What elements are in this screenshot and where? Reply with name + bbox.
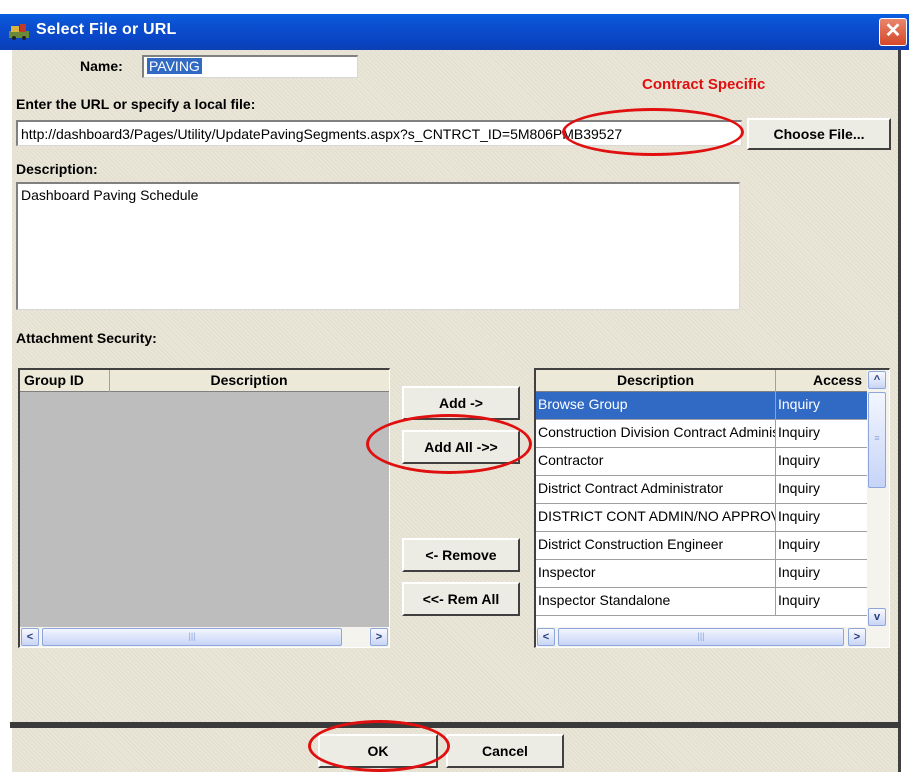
table-row[interactable]: Inspector Standalone Inquiry [536, 588, 867, 616]
left-grid-body [20, 392, 389, 627]
table-row[interactable]: Construction Division Contract Administr… [536, 420, 867, 448]
table-row[interactable]: District Construction Engineer Inquiry [536, 532, 867, 560]
scroll-down-icon[interactable]: v [868, 608, 886, 626]
window-title: Select File or URL [36, 21, 177, 38]
column-group-id[interactable]: Group ID [20, 370, 110, 392]
row-description: Inspector Standalone [536, 588, 776, 615]
add-label: Add -> [439, 395, 483, 411]
scroll-right-icon[interactable]: > [370, 628, 388, 646]
row-access[interactable]: Inquiry [776, 448, 867, 475]
scroll-left-icon[interactable]: < [21, 628, 39, 646]
row-description: Browse Group [536, 392, 776, 419]
description-label: Description: [16, 161, 98, 177]
row-description: Inspector [536, 560, 776, 587]
name-value: PAVING [147, 58, 202, 74]
table-row[interactable]: Inspector Inquiry [536, 560, 867, 588]
app-icon [9, 24, 29, 40]
dialog-footer: OK Cancel [10, 720, 901, 772]
choose-file-label: Choose File... [773, 126, 865, 142]
scroll-left-icon[interactable]: < [537, 628, 555, 646]
assigned-groups-grid[interactable]: Description Access Browse Group Inquiry Co… [534, 368, 890, 648]
select-file-dialog: Select File or URL ✕ Name: PAVING Contra… [0, 0, 909, 772]
add-all-label: Add All ->> [424, 439, 498, 455]
column-description[interactable]: Description [536, 370, 776, 392]
row-description: Contractor [536, 448, 776, 475]
table-row[interactable]: District Contract Administrator Inquiry [536, 476, 867, 504]
remove-label: <- Remove [425, 547, 497, 563]
row-description: District Construction Engineer [536, 532, 776, 559]
row-description: District Contract Administrator [536, 476, 776, 503]
column-access[interactable]: Access [776, 370, 866, 392]
right-grid-header: Description Access [536, 370, 867, 392]
choose-file-button[interactable]: Choose File... [747, 118, 891, 150]
ok-label: OK [367, 743, 389, 759]
left-grid-header: Group ID Description [20, 370, 389, 392]
right-hscroll-thumb[interactable]: ||| [558, 628, 844, 646]
url-input[interactable]: http://dashboard3/Pages/Utility/UpdatePa… [16, 120, 742, 146]
row-access[interactable]: Inquiry [776, 560, 867, 587]
description-textarea[interactable]: Dashboard Paving Schedule [16, 182, 740, 310]
table-row[interactable]: Browse Group Inquiry [536, 392, 867, 420]
name-input[interactable]: PAVING [142, 55, 358, 78]
column-description[interactable]: Description [110, 370, 388, 392]
row-description: Construction Division Contract Administr… [536, 420, 776, 447]
dialog-body: Name: PAVING Contract Specific Enter the… [10, 50, 901, 728]
right-vertical-scrollbar[interactable]: ^ ≡ v [867, 370, 889, 627]
left-horizontal-scrollbar[interactable]: < ||| > [20, 627, 389, 647]
scroll-right-icon[interactable]: > [848, 628, 866, 646]
ok-button[interactable]: OK [318, 734, 438, 768]
row-access[interactable]: Inquiry [776, 532, 867, 559]
url-value: http://dashboard3/Pages/Utility/UpdatePa… [21, 126, 623, 142]
left-scroll-thumb[interactable]: ||| [42, 628, 342, 646]
attachment-security-label: Attachment Security: [16, 330, 157, 346]
right-vscroll-thumb[interactable]: ≡ [868, 392, 886, 488]
remove-button[interactable]: <- Remove [402, 538, 520, 572]
rem-all-button[interactable]: <<- Rem All [402, 582, 520, 616]
row-access[interactable]: Inquiry [776, 504, 867, 531]
title-bar[interactable]: Select File or URL ✕ [0, 14, 909, 50]
rem-all-label: <<- Rem All [422, 591, 500, 607]
table-row[interactable]: Contractor Inquiry [536, 448, 867, 476]
row-access[interactable]: Inquiry [776, 588, 867, 615]
name-label: Name: [80, 58, 123, 74]
row-access[interactable]: Inquiry [776, 392, 867, 419]
close-icon[interactable]: ✕ [879, 18, 907, 46]
description-value: Dashboard Paving Schedule [21, 187, 199, 203]
cancel-label: Cancel [482, 743, 528, 759]
add-all-button[interactable]: Add All ->> [402, 430, 520, 464]
add-button[interactable]: Add -> [402, 386, 520, 420]
scroll-up-icon[interactable]: ^ [868, 371, 886, 389]
available-groups-grid[interactable]: Group ID Description < ||| > [18, 368, 390, 648]
url-label: Enter the URL or specify a local file: [16, 96, 256, 112]
right-grid-rows: Browse Group Inquiry Construction Division… [536, 392, 867, 627]
cancel-button[interactable]: Cancel [446, 734, 564, 768]
row-access[interactable]: Inquiry [776, 420, 867, 447]
row-access[interactable]: Inquiry [776, 476, 867, 503]
right-horizontal-scrollbar[interactable]: < ||| > [536, 627, 889, 647]
table-row[interactable]: DISTRICT CONT ADMIN/NO APPROVAL Inquiry [536, 504, 867, 532]
contract-specific-annotation: Contract Specific [642, 76, 766, 93]
row-description: DISTRICT CONT ADMIN/NO APPROVAL [536, 504, 776, 531]
